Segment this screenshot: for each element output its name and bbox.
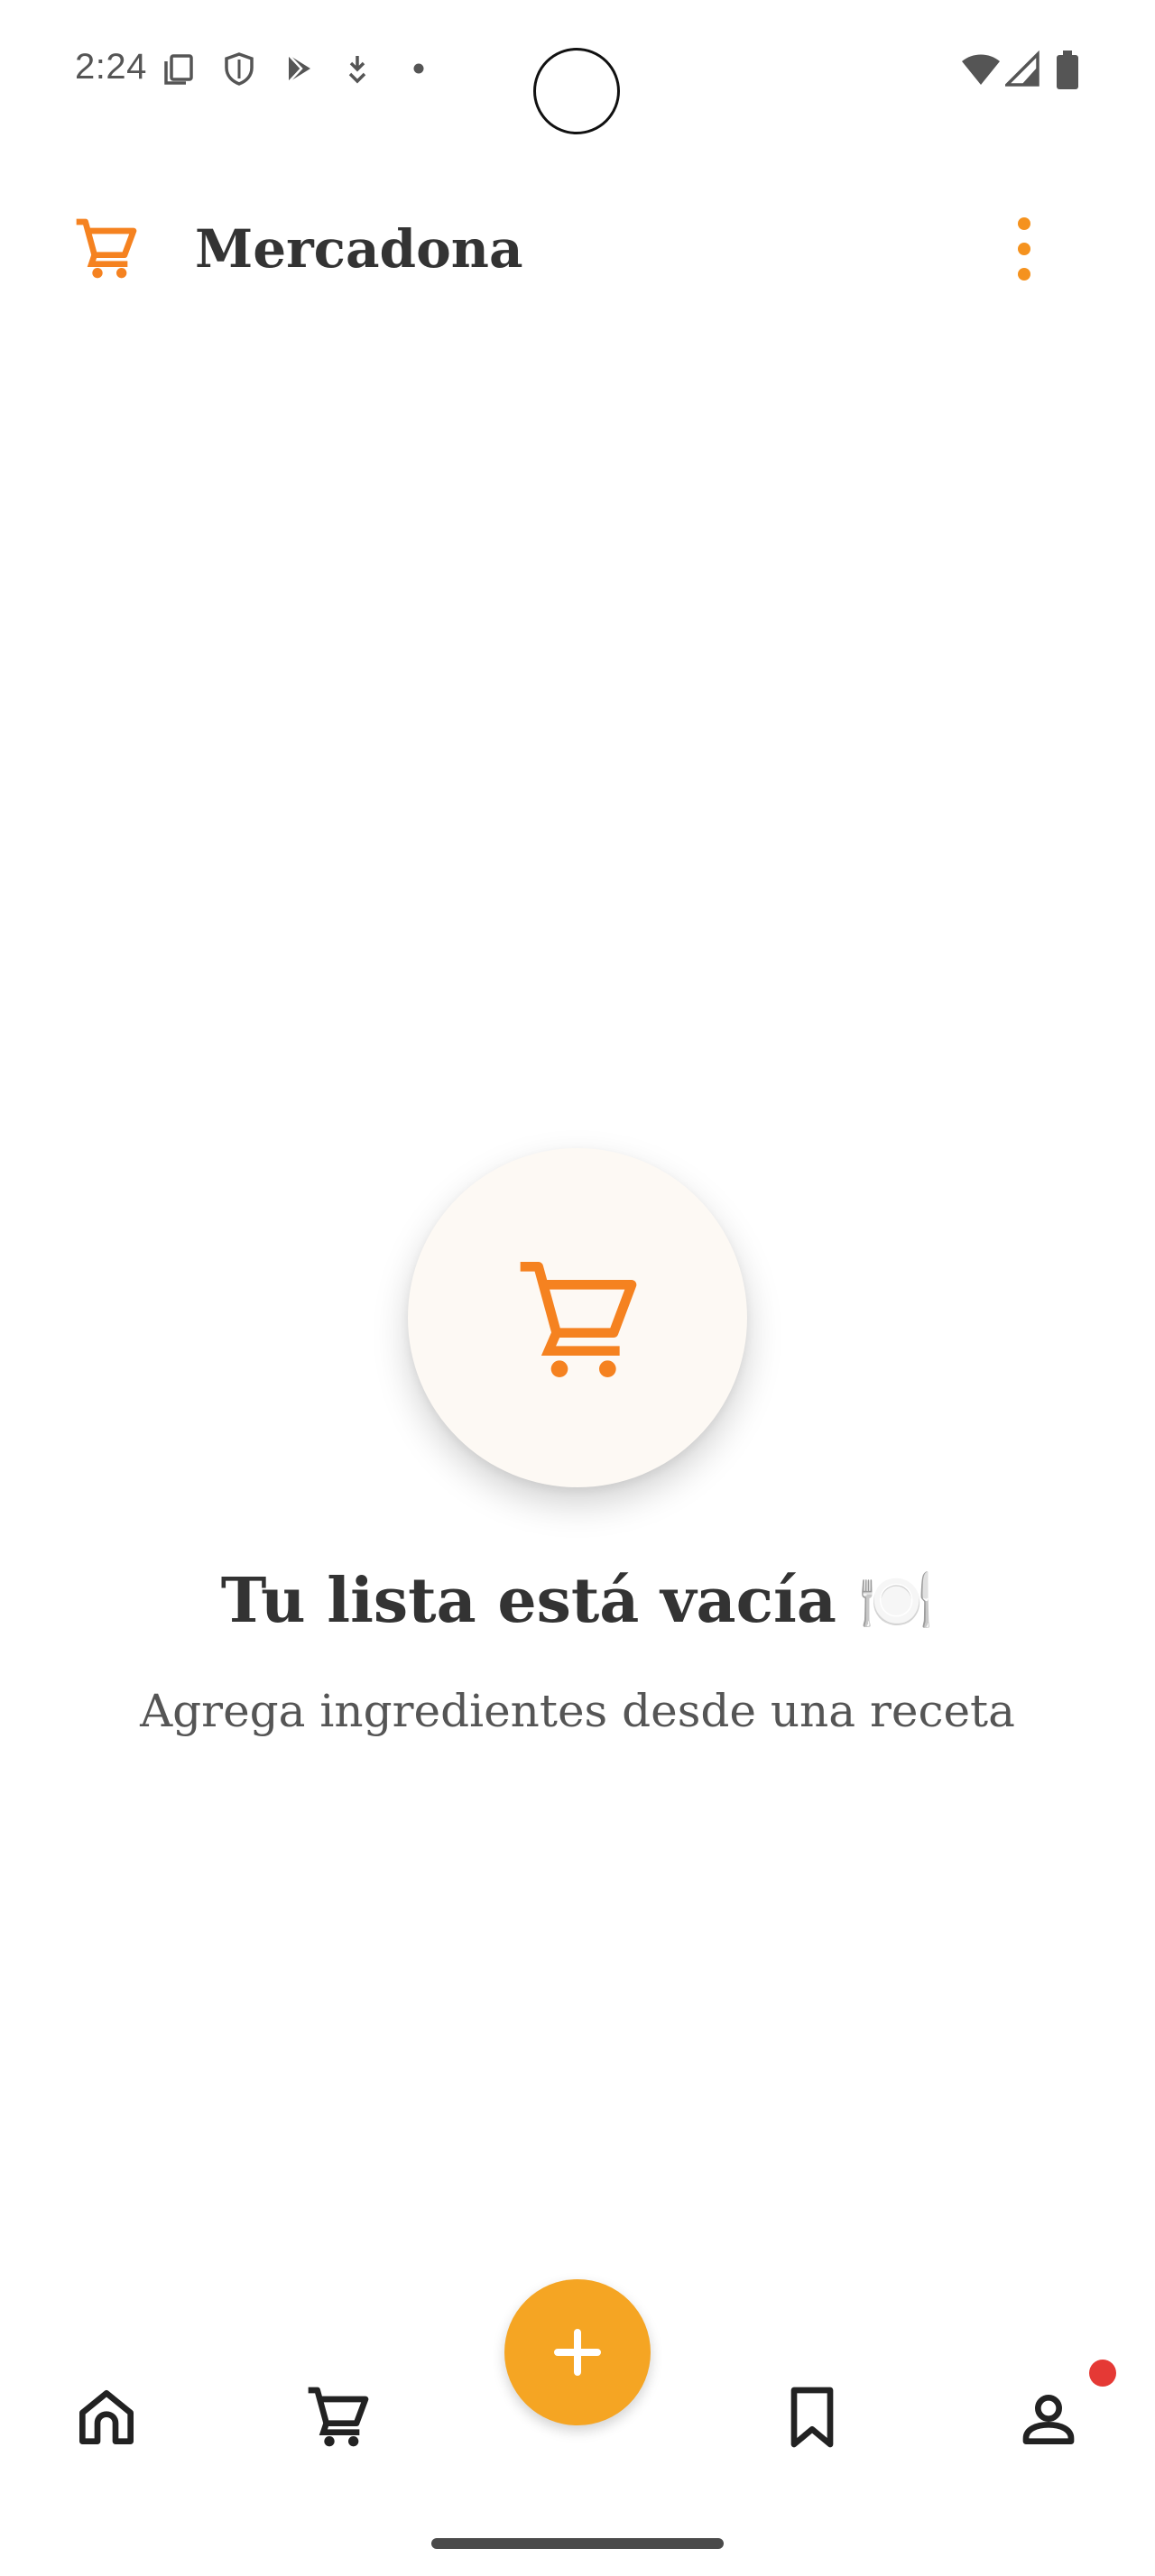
empty-state-badge: [408, 1148, 747, 1487]
dot-icon: [402, 51, 439, 87]
home-indicator[interactable]: [431, 2538, 724, 2549]
notification-badge: [1089, 2360, 1116, 2387]
nav-saved[interactable]: [776, 2381, 848, 2453]
screen: 2:24 Mercadona Tu lista está vacía 🍽️ Ag…: [0, 0, 1155, 2576]
signal-icon: [1003, 50, 1041, 90]
nav-home[interactable]: [70, 2381, 143, 2453]
home-icon: [79, 2390, 134, 2444]
cart-icon: [505, 1246, 650, 1390]
copy-icon: [161, 51, 197, 87]
cart-icon: [70, 213, 143, 285]
play-store-icon: [282, 51, 318, 87]
status-time: 2:24: [75, 47, 147, 87]
empty-state-subtitle: Agrega ingredientes desde una receta: [140, 1685, 1015, 1737]
more-vert-icon[interactable]: [1002, 207, 1047, 290]
app-title: Mercadona: [195, 218, 523, 280]
wifi-icon: [960, 51, 1002, 90]
shield-icon: [221, 51, 257, 87]
cart-icon: [308, 2387, 369, 2447]
app-bar: Mercadona: [0, 180, 1155, 316]
nav-shopping-list[interactable]: [302, 2381, 374, 2453]
profile-icon: [1022, 2395, 1075, 2444]
bottom-navigation: [0, 2336, 1155, 2507]
nav-profile[interactable]: [1012, 2381, 1085, 2453]
battery-icon: [1056, 51, 1079, 92]
empty-state-title: Tu lista está vacía 🍽️: [220, 1565, 935, 1637]
bookmark-icon: [790, 2387, 834, 2448]
status-bar: 2:24: [0, 0, 1155, 135]
camera-cutout: [533, 48, 620, 134]
download-icon: [339, 51, 375, 87]
